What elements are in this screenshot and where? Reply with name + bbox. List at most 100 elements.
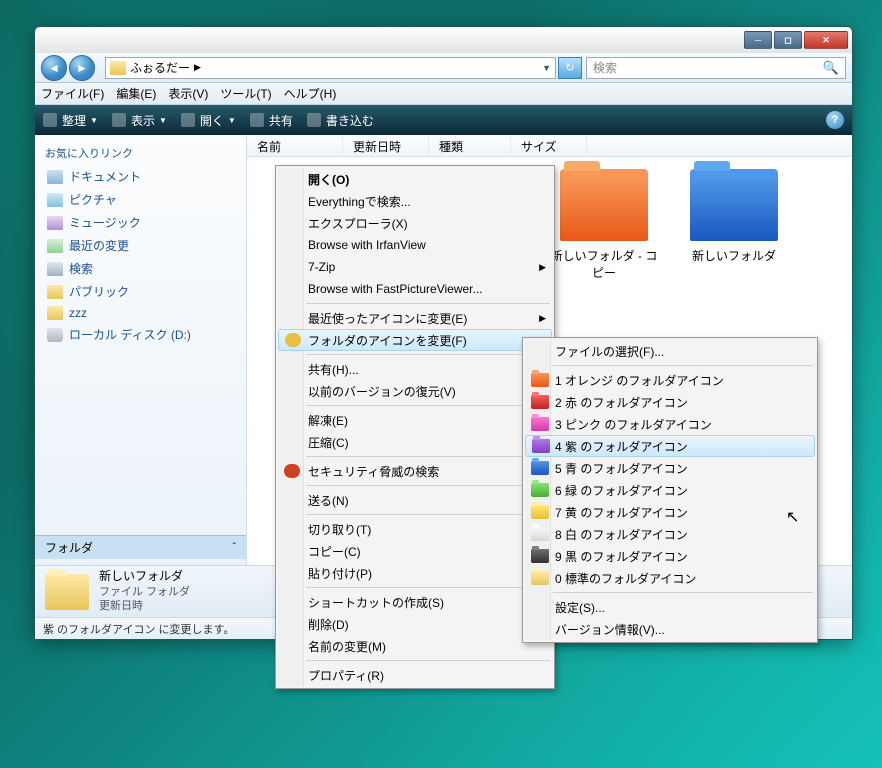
help-button[interactable]: ? [826,111,844,129]
color-menu-item[interactable]: 9 黒 のフォルダアイコン [525,545,815,567]
col-type[interactable]: 種類 [429,135,511,156]
close-button[interactable]: ✕ [804,31,848,49]
context-menu-item[interactable]: 共有(H)... [278,358,552,380]
menu-view[interactable]: 表示(V) [168,85,208,102]
context-menu-item[interactable]: 削除(D) [278,613,552,635]
context-menu-item[interactable]: Browse with FastPictureViewer... [278,278,552,300]
menu-file[interactable]: ファイル(F) [41,85,104,102]
context-menu-item[interactable]: 切り取り(T) [278,518,552,540]
context-menu-item[interactable]: 名前の変更(M) [278,635,552,657]
sidebar-item[interactable]: ミュージック [35,211,246,234]
context-menu-item[interactable]: ショートカットの作成(S) [278,591,552,613]
favorites-label: お気に入りリンク [35,141,246,165]
sidebar-item[interactable]: ドキュメント [35,165,246,188]
folder-thumbnail-icon [45,574,89,610]
color-menu-item[interactable]: 7 黄 のフォルダアイコン [525,501,815,523]
color-menu-item[interactable]: 1 オレンジ のフォルダアイコン [525,369,815,391]
disk-icon [47,328,63,342]
sidebar-item[interactable]: 検索 [35,257,246,280]
color-menu-item[interactable]: 0 標準のフォルダアイコン [525,567,815,589]
back-button[interactable]: ◄ [41,55,67,81]
color-menu-item[interactable]: 8 白 のフォルダアイコン [525,523,815,545]
minimize-button[interactable]: ─ [744,31,772,49]
context-menu-item[interactable]: 7-Zip▶ [278,256,552,278]
toolbar-open[interactable]: 開く▼ [181,112,236,129]
maximize-button[interactable]: ◻ [774,31,802,49]
col-size[interactable]: サイズ [511,135,587,156]
sidebar-item[interactable]: ピクチャ [35,188,246,211]
refresh-button[interactable]: ↻ [558,57,582,79]
toolbar-views[interactable]: 表示▼ [112,112,167,129]
context-menu-item[interactable]: 最近使ったアイコンに変更(E)▶ [278,307,552,329]
details-date: 更新日時 [99,599,190,613]
folder-pink-icon [531,417,549,431]
folder-green-icon [531,483,549,497]
col-date[interactable]: 更新日時 [343,135,429,156]
context-menu-item[interactable]: 圧縮(C)▶ [278,431,552,453]
submenu-header[interactable]: ファイルの選択(F)... [525,340,815,362]
search-icon: 🔍 [823,60,839,76]
context-menu-item[interactable]: 開く(O) [278,168,552,190]
submenu-footer-item[interactable]: バージョン情報(V)... [525,618,815,640]
color-menu-item[interactable]: 3 ピンク のフォルダアイコン [525,413,815,435]
search-placeholder: 検索 [593,59,617,76]
col-name[interactable]: 名前 [247,135,343,156]
menu-tools[interactable]: ツール(T) [220,85,271,102]
music-icon [47,216,63,230]
sidebar-item[interactable]: ローカル ディスク (D:) [35,323,246,346]
menu-help[interactable]: ヘルプ(H) [284,85,337,102]
titlebar: ─ ◻ ✕ [35,27,852,53]
context-menu-item[interactable]: セキュリティ脅威の検索 [278,460,552,482]
chevron-down-icon: ▼ [90,116,98,125]
chevron-icon: ▶ [194,62,201,73]
menu-item-icon [284,464,300,478]
docs-icon [47,170,63,184]
folder-icon [690,169,778,241]
submenu-arrow-icon: ▶ [539,313,546,324]
context-menu-item[interactable]: 以前のバージョンの復元(V) [278,380,552,402]
folder-item[interactable]: 新しいフォルダ [679,169,789,281]
menu-item-icon [285,333,301,347]
forward-button[interactable]: ► [69,55,95,81]
pics-icon [47,193,63,207]
cursor-icon: ↖ [786,507,799,527]
context-menu-item[interactable]: エクスプローラ(X) [278,212,552,234]
context-menu-item[interactable]: プロパティ(R) [278,664,552,686]
context-menu-item[interactable]: フォルダのアイコンを変更(F)▶ [278,329,552,351]
folders-section[interactable]: フォルダ ˆ [35,535,246,559]
context-menu-item[interactable]: コピー(C) [278,540,552,562]
color-menu-item[interactable]: 4 紫 のフォルダアイコン [525,435,815,457]
menu-edit[interactable]: 編集(E) [116,85,156,102]
search-input[interactable]: 検索 🔍 [586,57,846,79]
toolbar-organize[interactable]: 整理▼ [43,112,98,129]
folder-item[interactable]: 新しいフォルダ - コピー [549,169,659,281]
toolbar-share[interactable]: 共有 [250,112,293,129]
sidebar-item[interactable]: 最近の変更 [35,234,246,257]
toolbar-burn[interactable]: 書き込む [307,112,374,129]
folder-red-icon [531,395,549,409]
nav-bar: ◄ ► ふぉるだー ▶ ▼ ↻ 検索 🔍 [35,53,852,83]
zzz-icon [47,306,63,320]
address-bar[interactable]: ふぉるだー ▶ ▼ [105,57,556,79]
color-menu-item[interactable]: 2 赤 のフォルダアイコン [525,391,815,413]
recent-icon [47,239,63,253]
context-menu-item[interactable]: 貼り付け(P) [278,562,552,584]
context-menu-item[interactable]: 送る(N)▶ [278,489,552,511]
sidebar-item[interactable]: パブリック [35,280,246,303]
sidebar-item[interactable]: zzz [35,303,246,323]
chevron-up-icon: ˆ [233,542,236,553]
dropdown-icon[interactable]: ▼ [542,63,551,73]
folder-purple-icon [532,439,550,453]
color-menu-item[interactable]: 6 緑 のフォルダアイコン [525,479,815,501]
public-icon [47,285,63,299]
search-icon [47,262,63,276]
context-menu-item[interactable]: Browse with IrfanView [278,234,552,256]
sidebar: お気に入りリンク ドキュメントピクチャミュージック最近の変更検索パブリックzzz… [35,135,247,565]
color-menu-item[interactable]: 5 青 のフォルダアイコン [525,457,815,479]
toolbar: 整理▼ 表示▼ 開く▼ 共有 書き込む ? [35,105,852,135]
context-menu-item[interactable]: 解凍(E)▶ [278,409,552,431]
context-menu: 開く(O)Everythingで検索...エクスプローラ(X)Browse wi… [275,165,555,689]
context-menu-item[interactable]: Everythingで検索... [278,190,552,212]
folder-orange-icon [531,373,549,387]
submenu-footer-item[interactable]: 設定(S)... [525,596,815,618]
